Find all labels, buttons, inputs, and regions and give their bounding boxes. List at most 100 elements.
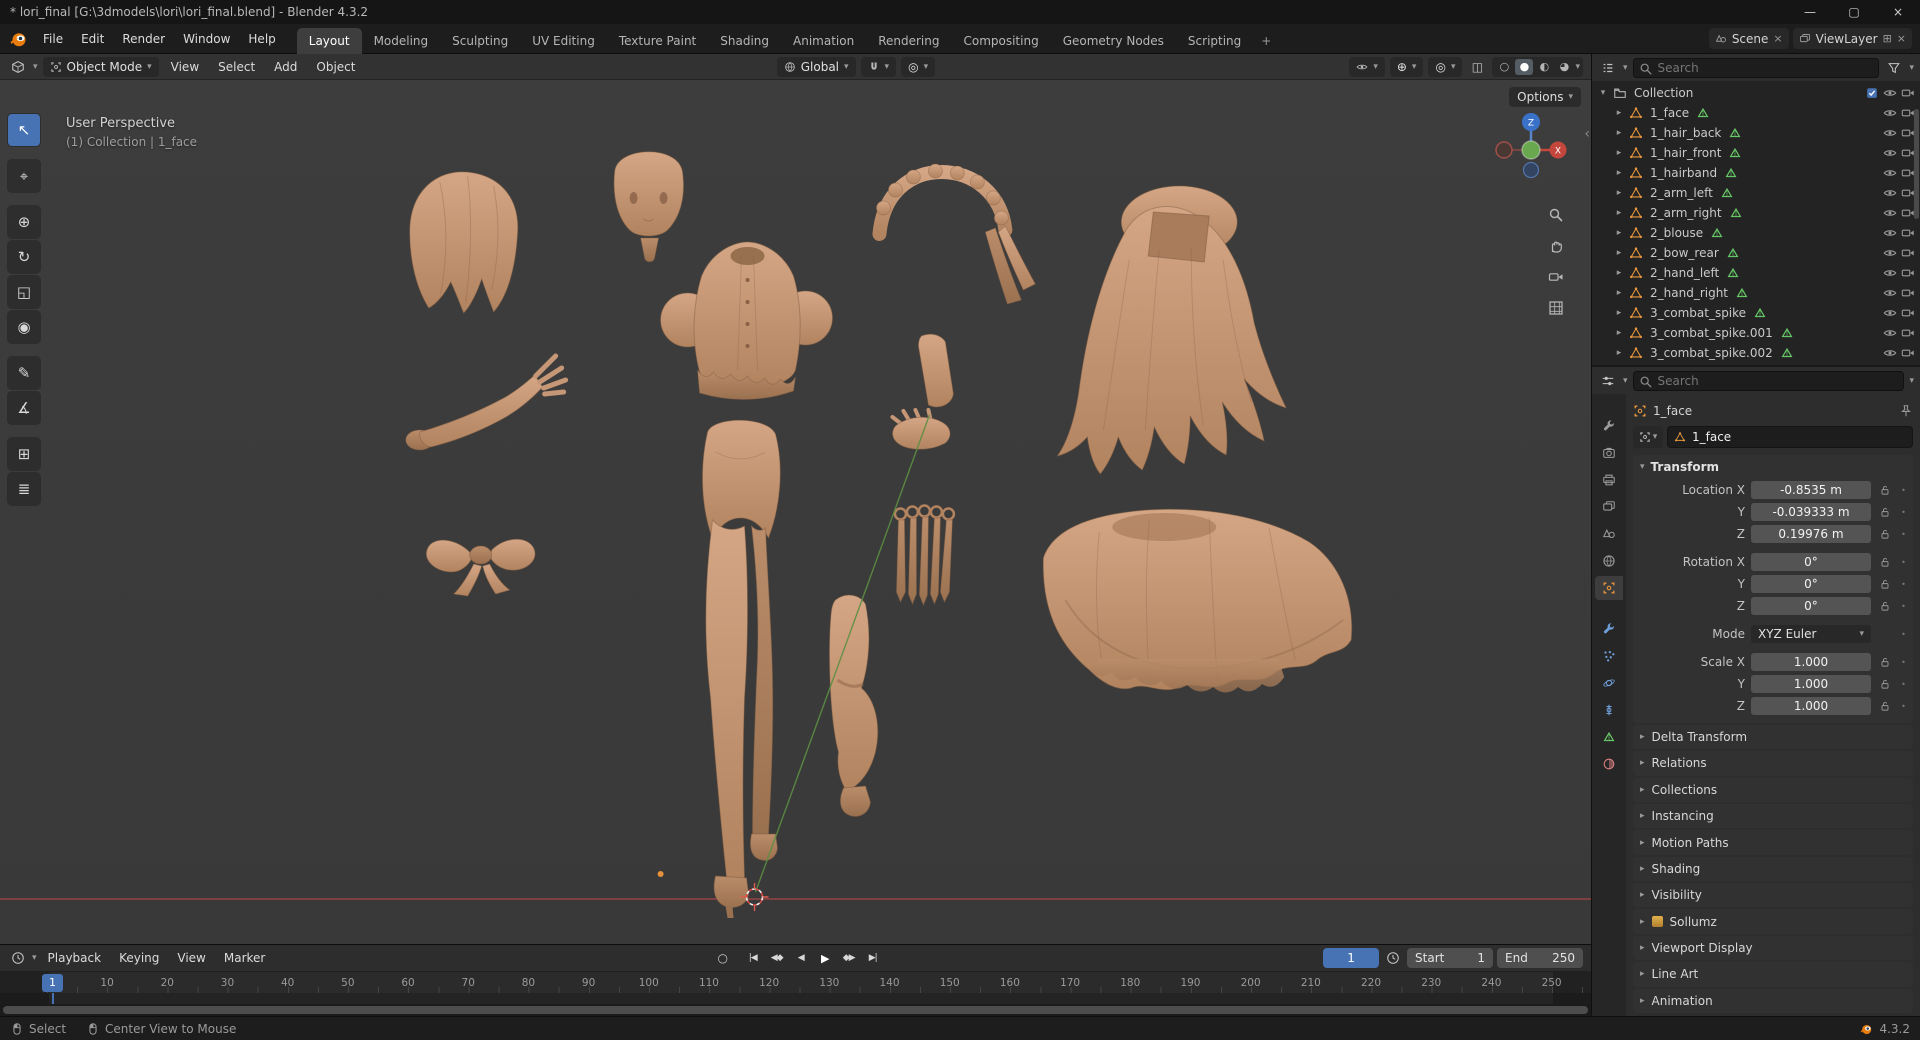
disclosure-caret-icon[interactable]: ▸: [1613, 128, 1625, 138]
object-data-tab[interactable]: [1595, 725, 1623, 749]
workspace-tab-texture-paint[interactable]: Texture Paint: [607, 28, 708, 54]
hide-eye-icon[interactable]: [1883, 146, 1897, 160]
minimize-button[interactable]: —: [1788, 0, 1832, 24]
scale-y-field[interactable]: 1.000: [1751, 675, 1871, 693]
outliner-item-2-arm-left[interactable]: ▸2_arm_left: [1592, 183, 1920, 203]
workspace-tab-sculpting[interactable]: Sculpting: [440, 28, 520, 54]
lock-icon[interactable]: [1877, 600, 1892, 612]
disable-camera-icon[interactable]: [1901, 286, 1915, 300]
ortho-grid-icon[interactable]: [1545, 297, 1567, 319]
object-tab[interactable]: [1595, 576, 1623, 600]
outliner-item-1-face[interactable]: ▸1_face: [1592, 103, 1920, 123]
outliner-item-3-combat-spike-002[interactable]: ▸3_combat_spike.002: [1592, 343, 1920, 363]
viewport-3d[interactable]: User Perspective (1) Collection | 1_face…: [0, 80, 1591, 944]
rotation-z-field[interactable]: 0°: [1751, 597, 1871, 615]
material-tab[interactable]: [1595, 752, 1623, 776]
timeline-ruler[interactable]: 10 20 30 40 50 60 70 80 90 100 110 120 1…: [0, 971, 1591, 993]
model-leg-bent[interactable]: [830, 595, 878, 816]
section-line-art[interactable]: ▸Line Art: [1633, 962, 1913, 986]
world-tab[interactable]: [1595, 549, 1623, 573]
disable-camera-icon[interactable]: [1901, 346, 1915, 360]
overlays-dropdown[interactable]: ◎ ▾: [1428, 57, 1462, 77]
prev-keyframe-button[interactable]: ◀◆: [767, 949, 787, 967]
menu-render[interactable]: Render: [113, 28, 174, 50]
physics-tab[interactable]: [1595, 671, 1623, 695]
outliner-item-2-arm-right[interactable]: ▸2_arm_right: [1592, 203, 1920, 223]
outliner-item-1-hair-front[interactable]: ▸1_hair_front: [1592, 143, 1920, 163]
menu-edit[interactable]: Edit: [72, 28, 113, 50]
editor-type-icon[interactable]: [8, 57, 28, 77]
editor-type-caret-icon[interactable]: ▾: [33, 62, 38, 72]
section-delta-transform[interactable]: ▸Delta Transform: [1633, 725, 1913, 749]
model-legs[interactable]: [706, 520, 778, 918]
disclosure-caret-icon[interactable]: ▸: [1613, 108, 1625, 118]
hide-eye-icon[interactable]: [1883, 346, 1897, 360]
proportional-editing-dropdown[interactable]: ◎ ▾: [901, 57, 935, 77]
outliner-item-2-bow-rear[interactable]: ▸2_bow_rear: [1592, 243, 1920, 263]
timeline-track-area[interactable]: [0, 993, 1591, 1004]
pin-icon[interactable]: [1899, 404, 1913, 418]
scene-unlink-icon[interactable]: ×: [1773, 32, 1782, 45]
disable-camera-icon[interactable]: [1901, 166, 1915, 180]
object-browse-button[interactable]: ▾: [1633, 426, 1663, 448]
section-viewport-display[interactable]: ▸Viewport Display: [1633, 936, 1913, 960]
add-workspace-button[interactable]: +: [1253, 28, 1279, 54]
lock-icon[interactable]: [1877, 506, 1892, 518]
section-sollumz[interactable]: ▸Sollumz: [1633, 909, 1913, 933]
menu-view[interactable]: View: [164, 60, 206, 74]
render-tab[interactable]: [1595, 441, 1623, 465]
filter-icon[interactable]: [1884, 58, 1904, 78]
model-face[interactable]: [614, 152, 683, 262]
outliner-item-1-hair-back[interactable]: ▸1_hair_back: [1592, 123, 1920, 143]
jump-to-end-button[interactable]: ▶|: [863, 949, 883, 967]
mode-dropdown[interactable]: Object Mode ▾: [43, 57, 159, 77]
model-hair-front[interactable]: [410, 172, 518, 313]
rotation-y-field[interactable]: 0°: [1751, 575, 1871, 593]
hide-eye-icon[interactable]: [1883, 306, 1897, 320]
lock-icon[interactable]: [1877, 656, 1892, 668]
snap-dropdown[interactable]: ▾: [861, 57, 897, 77]
lock-icon[interactable]: [1877, 528, 1892, 540]
animate-dot-icon[interactable]: •: [1898, 658, 1909, 667]
section-collections[interactable]: ▸Collections: [1633, 778, 1913, 802]
disclosure-caret-icon[interactable]: ▸: [1613, 288, 1625, 298]
scale-tool[interactable]: ◱: [8, 276, 40, 308]
model-hand[interactable]: [892, 410, 950, 449]
disable-camera-icon[interactable]: [1901, 266, 1915, 280]
outliner-item-1-hairband[interactable]: ▸1_hairband: [1592, 163, 1920, 183]
add-cube-tool[interactable]: ⊞: [8, 438, 40, 470]
hide-eye-icon[interactable]: [1883, 186, 1897, 200]
frame-end-field[interactable]: End 250: [1497, 948, 1583, 968]
viewlayer-remove-icon[interactable]: ×: [1897, 32, 1906, 45]
gizmo-x-label[interactable]: X: [1555, 147, 1561, 157]
disable-camera-icon[interactable]: [1901, 86, 1915, 100]
select-box-tool[interactable]: ↖: [8, 114, 40, 146]
workspace-tab-scripting[interactable]: Scripting: [1176, 28, 1253, 54]
modifiers-tab[interactable]: [1595, 617, 1623, 641]
menu-keying[interactable]: Keying: [112, 951, 166, 965]
zoom-icon[interactable]: [1545, 204, 1567, 226]
hide-eye-icon[interactable]: [1883, 326, 1897, 340]
outliner-scrollbar[interactable]: [1914, 109, 1919, 219]
next-keyframe-button[interactable]: ◆▶: [839, 949, 859, 967]
playhead-label[interactable]: 1: [42, 974, 63, 992]
disclosure-caret-icon[interactable]: ▸: [1613, 308, 1625, 318]
current-frame-field[interactable]: 1: [1323, 948, 1379, 968]
menu-playback[interactable]: Playback: [41, 951, 109, 965]
workspace-tab-rendering[interactable]: Rendering: [866, 28, 951, 54]
animate-dot-icon[interactable]: •: [1898, 630, 1909, 639]
outliner-item-2-hand-right[interactable]: ▸2_hand_right: [1592, 283, 1920, 303]
transform-panel-header[interactable]: ▾ Transform: [1633, 455, 1913, 479]
model-skirt[interactable]: [1043, 509, 1352, 692]
animate-dot-icon[interactable]: •: [1898, 680, 1909, 689]
viewlayer-tab[interactable]: [1595, 495, 1623, 519]
playhead-line[interactable]: [52, 993, 54, 1004]
disclosure-caret-icon[interactable]: ▾: [1597, 88, 1609, 98]
animate-dot-icon[interactable]: •: [1898, 508, 1909, 517]
measure-tool[interactable]: ∡: [8, 392, 40, 424]
disclosure-caret-icon[interactable]: ▸: [1613, 208, 1625, 218]
sollumz-tool[interactable]: ≣: [8, 473, 40, 505]
gizmo-z-label[interactable]: Z: [1528, 119, 1534, 129]
hide-eye-icon[interactable]: [1883, 246, 1897, 260]
properties-editor-icon[interactable]: [1598, 371, 1618, 391]
